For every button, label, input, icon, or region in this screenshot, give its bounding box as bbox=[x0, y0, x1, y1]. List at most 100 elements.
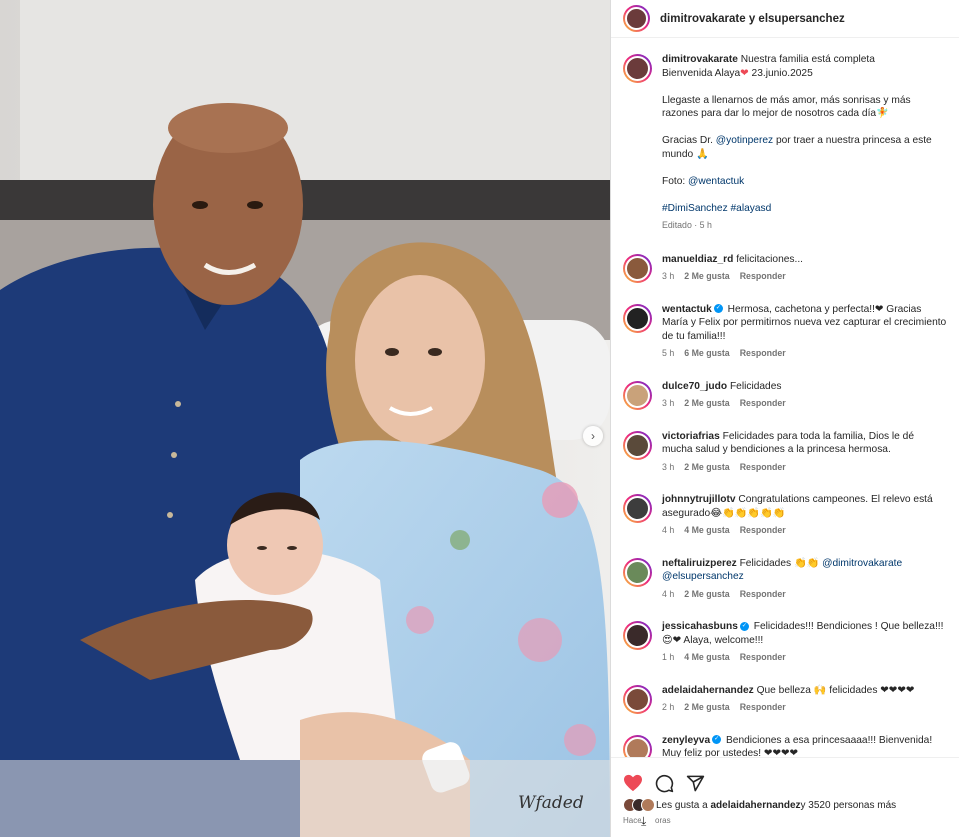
comment-text: Que belleza 🙌 felicidades ❤❤❤❤ bbox=[756, 684, 915, 696]
comment-text: Felicidades bbox=[729, 380, 782, 392]
comment-likes[interactable]: 2 Me gusta bbox=[684, 462, 729, 472]
caption-avatar[interactable] bbox=[623, 54, 652, 83]
commenter-avatar[interactable] bbox=[623, 303, 652, 333]
fairy-emoji: 🧚 bbox=[876, 108, 889, 119]
reply-button[interactable]: Responder bbox=[740, 398, 786, 408]
verified-badge-icon: ✓ bbox=[712, 735, 722, 745]
commenter-avatar[interactable] bbox=[623, 621, 652, 650]
comment-time: 1 h bbox=[662, 652, 675, 662]
post-viewer: › Wfaded dimitrovakarate y elsupersanche… bbox=[0, 0, 959, 837]
family-photo-illustration bbox=[0, 0, 610, 837]
commenter-avatar[interactable] bbox=[623, 253, 652, 283]
comment-item: wentactuk ✓ Hermosa, cachetona y perfecta… bbox=[611, 303, 959, 361]
comment-item: johnnytrujillotv Congratulations campeon… bbox=[611, 493, 959, 538]
reply-button[interactable]: Responder bbox=[740, 652, 786, 662]
comment-item: zenyleyva ✓ Bendiciones a esa princesaaaa… bbox=[611, 734, 959, 757]
comment-item: manueldiaz_rd felicitaciones... 3 h 2 Me g… bbox=[611, 253, 959, 284]
caption-paragraph-2-text: Llegaste a llenarnos de más amor, más so… bbox=[662, 94, 911, 120]
commenter-avatar[interactable] bbox=[623, 684, 652, 714]
photo-credit-mention[interactable]: @wentactuk bbox=[688, 176, 744, 187]
caption-paragraph-2: Llegaste a llenarnos de más amor, más so… bbox=[662, 94, 947, 121]
comment-likes[interactable]: 4 Me gusta bbox=[684, 652, 729, 662]
comment-time: 5 h bbox=[662, 348, 675, 358]
comment-likes[interactable]: 4 Me gusta bbox=[684, 525, 729, 535]
comment-item: adelaidahernandez Que belleza 🙌 felicida… bbox=[611, 684, 959, 715]
commenter-avatar[interactable] bbox=[623, 734, 652, 757]
heart-icon[interactable] bbox=[623, 774, 643, 792]
comment-time: 4 h bbox=[662, 588, 675, 599]
commenter-username[interactable]: dulce70_judo bbox=[662, 381, 727, 392]
comment-time: 2 h bbox=[662, 702, 675, 712]
heart-emoji: ❤ bbox=[740, 67, 749, 79]
comment-likes[interactable]: 2 Me gusta bbox=[684, 271, 729, 281]
comment-meta: 4 h 4 Me gusta Responder bbox=[662, 524, 947, 538]
caption-meta: Editado · 5 h bbox=[662, 220, 712, 230]
comment-meta: 3 h 2 Me gusta Responder bbox=[662, 461, 947, 475]
comment-meta: 5 h 6 Me gusta Responder bbox=[662, 347, 947, 361]
comment-time: 3 h bbox=[662, 398, 675, 408]
comment-list: manueldiaz_rd felicitaciones... 3 h 2 Me g… bbox=[611, 253, 959, 757]
comments-panel: dimitrovakarate y elsupersanchez dimitro… bbox=[610, 0, 959, 837]
likes-summary: Les gusta a adelaidahernandez y 3520 per… bbox=[611, 798, 959, 812]
caption-hashtags-block: #DimiSanchez #alayasd bbox=[662, 202, 947, 216]
mention-link[interactable]: @yotinperez bbox=[716, 135, 773, 146]
next-photo-button[interactable]: › bbox=[583, 426, 603, 446]
chevron-right-icon: › bbox=[591, 429, 595, 443]
comment-time: 4 h bbox=[662, 525, 675, 535]
caption-title-text: Nuestra familia está completa bbox=[740, 54, 875, 65]
reply-button[interactable]: Responder bbox=[740, 589, 786, 599]
comment-icon[interactable] bbox=[655, 774, 674, 793]
caption-hashtags[interactable]: #DimiSanchez #alayasd bbox=[662, 203, 771, 214]
commenter-avatar[interactable] bbox=[623, 494, 652, 523]
verified-badge-icon: ✓ bbox=[713, 304, 723, 314]
post-time-block: Hace 5 horas ⤓ bbox=[611, 812, 959, 830]
comment-text: felicitaciones... bbox=[736, 253, 804, 265]
share-icon[interactable] bbox=[686, 774, 705, 793]
reply-button[interactable]: Responder bbox=[740, 525, 786, 535]
caption-line-1: dimitrovakarate Nuestra familia está com… bbox=[662, 53, 947, 80]
comment-likes[interactable]: 2 Me gusta bbox=[684, 589, 729, 599]
comment-meta: 1 h 4 Me gusta Responder bbox=[662, 651, 947, 665]
post-photo[interactable]: › Wfaded bbox=[0, 0, 610, 837]
commenter-username[interactable]: wentactuk bbox=[662, 304, 712, 315]
reply-button[interactable]: Responder bbox=[740, 348, 786, 358]
comment-likes[interactable]: 2 Me gusta bbox=[684, 702, 729, 712]
commenter-username[interactable]: jessicahasbuns bbox=[662, 621, 738, 632]
download-icon[interactable]: ⤓ bbox=[641, 814, 655, 830]
caption-photo-credit: Foto: @wentactuk bbox=[662, 175, 947, 189]
author-avatar[interactable] bbox=[623, 5, 650, 32]
reply-button[interactable]: Responder bbox=[740, 271, 786, 281]
likes-user[interactable]: adelaidahernandez bbox=[711, 800, 801, 811]
commenter-avatar[interactable] bbox=[623, 430, 652, 460]
commenter-username[interactable]: adelaidahernandez bbox=[662, 685, 754, 696]
post-header: dimitrovakarate y elsupersanchez bbox=[611, 0, 959, 38]
comment-item: dulce70_judo Felicidades 3 h 2 Me gusta Res… bbox=[611, 380, 959, 411]
post-author-names[interactable]: dimitrovakarate y elsupersanchez bbox=[660, 13, 845, 25]
reply-button[interactable]: Responder bbox=[740, 702, 786, 712]
comment-likes[interactable]: 6 Me gusta bbox=[684, 348, 729, 358]
commenter-username[interactable]: manueldiaz_rd bbox=[662, 254, 733, 265]
reply-button[interactable]: Responder bbox=[740, 462, 786, 472]
caption-username[interactable]: dimitrovakarate bbox=[662, 54, 738, 65]
comment-meta: 3 h 2 Me gusta Responder bbox=[662, 397, 947, 411]
commenter-avatar[interactable] bbox=[623, 380, 652, 410]
commenter-username[interactable]: victoriafrias bbox=[662, 431, 720, 442]
caption-thanks-text: Gracias Dr. bbox=[662, 135, 716, 146]
commenter-username[interactable]: zenyleyva bbox=[662, 735, 710, 746]
comment-meta: 2 h 2 Me gusta Responder bbox=[662, 701, 947, 715]
comment-item: neftaliruizperez Felicidades 👏👏 @dimitro… bbox=[611, 557, 959, 602]
comment-likes[interactable]: 2 Me gusta bbox=[684, 398, 729, 408]
comment-time: 3 h bbox=[662, 461, 675, 472]
caption-paragraph-3: Gracias Dr. @yotinperez por traer a nues… bbox=[662, 134, 947, 161]
comment-text: Felicidades 👏👏 bbox=[739, 557, 823, 569]
photographer-signature: Wfaded bbox=[518, 793, 584, 813]
commenter-username[interactable]: neftaliruizperez bbox=[662, 558, 737, 569]
commenter-avatar[interactable] bbox=[623, 557, 652, 587]
liker-avatars[interactable] bbox=[623, 798, 655, 812]
post-actions-footer: Les gusta a adelaidahernandez y 3520 per… bbox=[611, 757, 959, 837]
action-icons bbox=[611, 758, 959, 798]
commenter-username[interactable]: johnnytrujillotv bbox=[662, 494, 736, 505]
likes-count[interactable]: y 3520 personas más bbox=[801, 800, 897, 811]
comment-item: jessicahasbuns ✓ Felicidades!!! Bendicion… bbox=[611, 620, 959, 665]
comments-scroll[interactable]: dimitrovakarate Nuestra familia está com… bbox=[611, 38, 959, 757]
